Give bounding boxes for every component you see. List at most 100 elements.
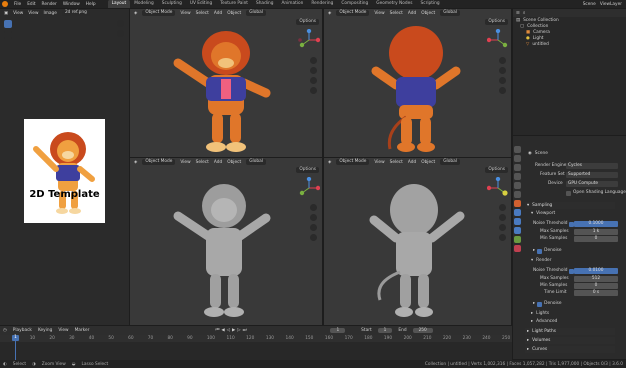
constraints-tab-icon[interactable] xyxy=(514,227,521,234)
navigation-gizmo-icon[interactable] xyxy=(487,29,509,51)
editor-type-icon[interactable]: ◈ xyxy=(328,160,331,165)
orientation-selector[interactable]: Global xyxy=(246,159,266,165)
r-denoise-row[interactable]: ▸ Denoise xyxy=(533,301,562,307)
select-menu[interactable]: Select xyxy=(390,11,403,16)
current-frame-field[interactable]: 1 xyxy=(330,328,346,333)
tab-scripting[interactable]: Scripting xyxy=(417,0,444,8)
object-menu[interactable]: Object xyxy=(421,160,435,165)
camera-view-icon[interactable] xyxy=(310,224,317,231)
playback-menu[interactable]: Playback xyxy=(13,328,32,333)
options-button[interactable]: Options xyxy=(296,167,319,173)
view-menu-2[interactable]: View xyxy=(28,11,38,16)
timeline-area[interactable]: 1102030405060708090100110120130140150160… xyxy=(0,335,512,360)
advanced-subsection[interactable]: ▸ Advanced xyxy=(531,319,557,325)
object-menu[interactable]: Object xyxy=(421,11,435,16)
view-menu[interactable]: View xyxy=(13,11,23,16)
menu-window[interactable]: Window xyxy=(63,2,80,7)
grid-toggle-icon[interactable] xyxy=(499,87,506,94)
hand-pan-icon[interactable] xyxy=(310,214,317,221)
outliner-type-icon[interactable]: ☰ xyxy=(516,11,520,16)
menu-file[interactable]: File xyxy=(14,2,21,7)
mode-selector[interactable]: Object Mode xyxy=(142,10,176,16)
play-reverse-icon[interactable]: ◁ xyxy=(227,328,230,333)
scene-selector[interactable]: Scene xyxy=(583,2,596,7)
vp-denoise-row[interactable]: ▸ Denoise xyxy=(533,248,562,254)
orientation-selector[interactable]: Global xyxy=(440,10,460,16)
viewport-subsection[interactable]: ▾ Viewport xyxy=(531,211,555,217)
object-tab-icon[interactable] xyxy=(514,200,521,207)
lights-subsection[interactable]: ▸ Lights xyxy=(531,311,549,317)
tab-compositing[interactable]: Compositing xyxy=(337,0,372,8)
view-menu[interactable]: View xyxy=(180,11,190,16)
physics-tab-icon[interactable] xyxy=(514,218,521,225)
hand-pan-icon[interactable] xyxy=(117,30,124,37)
grid-toggle-icon[interactable] xyxy=(310,234,317,241)
zoom-icon[interactable] xyxy=(117,20,124,27)
start-frame-field[interactable]: 1 xyxy=(377,328,393,333)
tab-shading[interactable]: Shading xyxy=(252,0,277,8)
image-menu[interactable]: Image xyxy=(43,11,56,16)
navigation-gizmo-icon[interactable] xyxy=(487,177,509,199)
view-layer-tab-icon[interactable] xyxy=(514,173,521,180)
volumes-section[interactable]: ▸ Volumes xyxy=(525,337,615,344)
options-button[interactable]: Options xyxy=(296,19,319,25)
timeline-type-icon[interactable]: ◷ xyxy=(3,328,7,333)
r-noise-threshold-field[interactable]: 0.0100 xyxy=(574,268,618,274)
play-icon[interactable]: ▶ xyxy=(232,328,235,333)
menu-help[interactable]: Help xyxy=(86,2,96,7)
r-max-samples-field[interactable]: 512 xyxy=(574,276,618,282)
view-menu[interactable]: View xyxy=(180,160,190,165)
camera-view-icon[interactable] xyxy=(499,77,506,84)
object-menu[interactable]: Object xyxy=(227,11,241,16)
add-menu[interactable]: Add xyxy=(408,160,416,165)
tab-rendering[interactable]: Rendering xyxy=(307,0,337,8)
add-menu[interactable]: Add xyxy=(214,160,222,165)
view-menu[interactable]: View xyxy=(374,11,384,16)
hand-pan-icon[interactable] xyxy=(499,214,506,221)
view-menu[interactable]: View xyxy=(58,328,68,333)
tab-modeling[interactable]: Modeling xyxy=(130,0,158,8)
object-menu[interactable]: Object xyxy=(227,160,241,165)
next-key-icon[interactable]: ▷ xyxy=(237,328,240,333)
add-menu[interactable]: Add xyxy=(408,11,416,16)
tab-uv-editing[interactable]: UV Editing xyxy=(186,0,216,8)
keying-menu[interactable]: Keying xyxy=(38,328,52,333)
viewport-top-left[interactable]: ◈ Object Mode View Select Add Object Glo… xyxy=(130,9,322,157)
view-menu[interactable]: View xyxy=(374,160,384,165)
blender-logo-icon[interactable] xyxy=(2,1,8,7)
light-paths-section[interactable]: ▸ Light Paths xyxy=(525,328,615,335)
jump-end-icon[interactable]: ⏭ xyxy=(243,328,247,333)
render-engine-dropdown[interactable]: Cycles xyxy=(566,163,618,169)
osl-row[interactable]: Open Shading Language xyxy=(566,190,626,196)
tab-texture-paint[interactable]: Texture Paint xyxy=(216,0,252,8)
hand-pan-icon[interactable] xyxy=(310,67,317,74)
vp-max-samples-field[interactable]: 1 k xyxy=(574,229,618,235)
outliner-search-icon[interactable]: ⌕ xyxy=(523,11,525,16)
zoom-icon[interactable] xyxy=(499,57,506,64)
editor-type-icon[interactable]: ◈ xyxy=(134,11,137,16)
mode-selector[interactable]: Object Mode xyxy=(336,159,370,165)
r-min-samples-field[interactable]: 0 xyxy=(574,283,618,289)
camera-view-icon[interactable] xyxy=(499,224,506,231)
zoom-icon[interactable] xyxy=(310,57,317,64)
render-subsection[interactable]: ▾ Render xyxy=(531,258,551,264)
image-editor-type-icon[interactable]: ▣ xyxy=(4,11,8,16)
curves-section[interactable]: ▸ Curves xyxy=(525,346,615,353)
end-frame-field[interactable]: 250 xyxy=(412,328,433,333)
tab-geometry-nodes[interactable]: Geometry Nodes xyxy=(372,0,416,8)
select-menu[interactable]: Select xyxy=(196,160,209,165)
vp-min-samples-field[interactable]: 0 xyxy=(574,236,618,242)
scene-tab-icon[interactable] xyxy=(514,182,521,189)
playhead-label[interactable]: 1 xyxy=(12,335,19,341)
camera-view-icon[interactable] xyxy=(310,77,317,84)
orientation-selector[interactable]: Global xyxy=(440,159,460,165)
output-tab-icon[interactable] xyxy=(514,164,521,171)
view-layer-selector[interactable]: ViewLayer xyxy=(600,2,622,7)
osl-checkbox[interactable] xyxy=(566,190,571,196)
marker-menu[interactable]: Marker xyxy=(75,328,90,333)
editor-type-icon[interactable]: ◈ xyxy=(134,160,137,165)
prev-key-icon[interactable]: ◀ xyxy=(221,328,224,333)
add-menu[interactable]: Add xyxy=(214,11,222,16)
options-button[interactable]: Options xyxy=(485,19,508,25)
viewport-bottom-left[interactable]: ◈ Object Mode View Select Add Object Glo… xyxy=(130,158,322,325)
